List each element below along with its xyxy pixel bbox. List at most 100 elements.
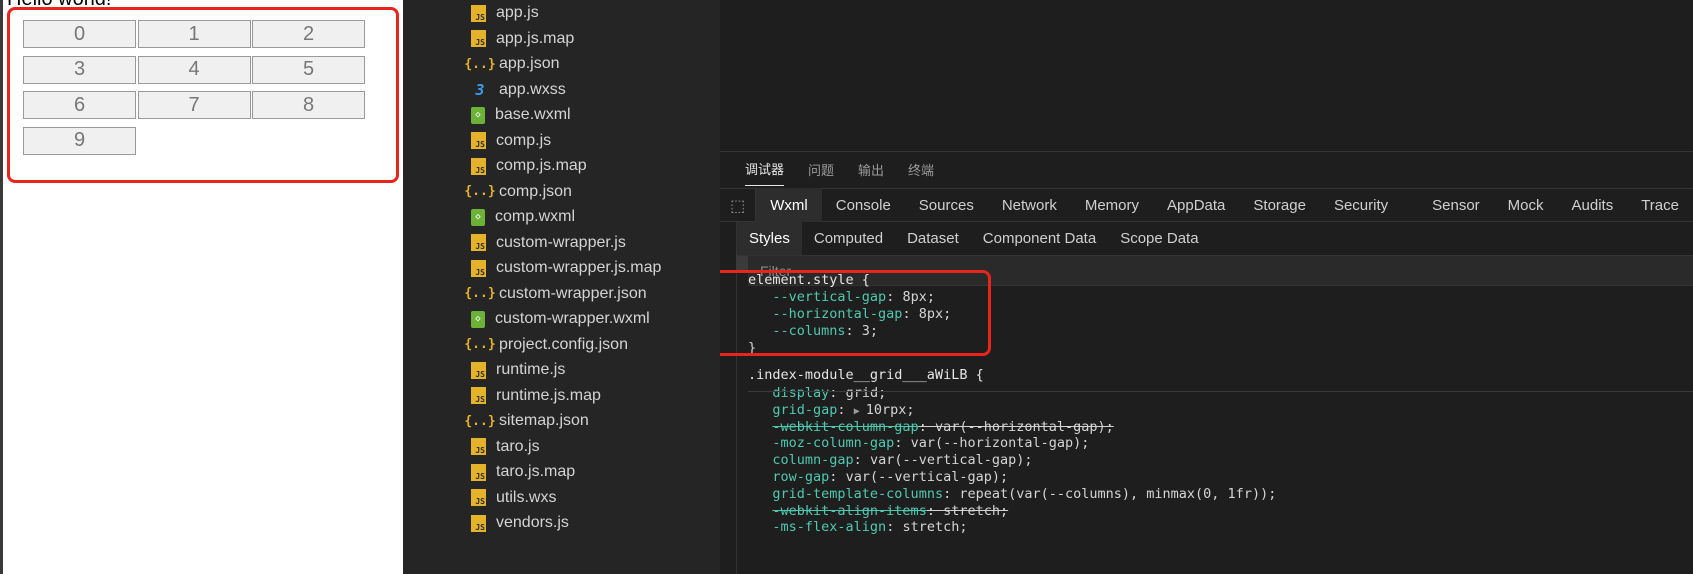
tool-tab-console[interactable]: Console (822, 188, 905, 222)
style-declaration: grid-template-columns: repeat(var(--colu… (772, 485, 1277, 502)
js-file-icon: JS (471, 514, 486, 532)
js-file-icon: JS (471, 234, 486, 251)
js-file-icon: JS (471, 489, 486, 506)
file-tree-item[interactable]: JS taro.js.map (471, 459, 575, 485)
sub-tab[interactable]: Computed (802, 222, 895, 255)
sub-tab[interactable]: Dataset (895, 222, 971, 255)
sub-tab[interactable]: Scope Data (1108, 222, 1210, 255)
highlight-box-element-style (720, 270, 991, 356)
file-name: custom-wrapper.js (496, 233, 626, 251)
js-file-icon: JS (471, 438, 486, 455)
panel-tab[interactable]: 调试器 (745, 152, 785, 186)
tool-tab-wxml[interactable]: Wxml (756, 188, 822, 222)
style-declaration: -ms-flex-align: stretch; (772, 519, 968, 536)
file-name: custom-wrapper.wxml (495, 310, 650, 327)
style-declaration: display: grid; (772, 385, 887, 401)
tool-tab-security[interactable]: Security (1320, 188, 1402, 222)
file-tree-item[interactable]: JS comp.js (471, 128, 551, 154)
file-tree-item[interactable]: JS utils.wxs (471, 485, 556, 511)
wxml-file-icon: ◇ (471, 208, 485, 226)
file-tree-item[interactable]: JS custom-wrapper.js (471, 230, 626, 256)
file-name: custom-wrapper.json (499, 284, 647, 302)
file-tree-item[interactable]: ◇ base.wxml (471, 102, 571, 128)
devtools-top-area (720, 0, 1693, 152)
highlight-box-grid (7, 7, 399, 183)
file-name: app.json (499, 55, 560, 72)
tool-tab-audits[interactable]: Audits (1558, 188, 1628, 222)
json-file-icon: {..} (464, 286, 496, 301)
tool-tab-mock[interactable]: Mock (1494, 188, 1558, 222)
tool-tab-trace[interactable]: Trace (1627, 188, 1693, 222)
js-file-icon: JS (471, 4, 486, 22)
js-map-file-icon: JS (471, 463, 486, 481)
panel-tab[interactable]: 问题 (808, 152, 834, 186)
file-tree-item[interactable]: ◇ custom-wrapper.wxml (471, 306, 650, 332)
devtools-panel: 调试器 问题 输出 终端 ⬚ Wxml Console Sources Network Mem… (720, 0, 1693, 574)
file-explorer: JS app.js JS app.js.map {..} app.json 3 app.wxs… (403, 0, 720, 574)
wxss-file-icon: 3 (475, 80, 485, 99)
file-name: comp.js (496, 131, 552, 149)
tool-tab-network[interactable]: Network (988, 188, 1071, 222)
file-tree-item[interactable]: {..} sitemap.json (464, 408, 589, 434)
file-name: taro.js.map (496, 463, 576, 480)
style-declaration: -webkit-column-gap: var(--horizontal-gap… (772, 418, 1114, 435)
js-file-icon: JS (471, 132, 486, 149)
file-name: comp.js.map (496, 157, 587, 174)
file-name: taro.js (496, 437, 540, 455)
file-name: utils.wxs (496, 488, 557, 506)
file-name: custom-wrapper.js.map (496, 259, 662, 276)
file-name: sitemap.json (499, 412, 589, 429)
tool-tab-sources[interactable]: Sources (905, 188, 988, 222)
file-tree-item[interactable]: JS app.js.map (471, 26, 574, 52)
file-name: base.wxml (495, 106, 571, 123)
panel-tab[interactable]: 输出 (858, 152, 884, 186)
file-tree-item[interactable]: JS runtime.js.map (471, 383, 601, 409)
js-map-file-icon: JS (471, 157, 486, 175)
file-tree-item[interactable]: JS vendors.js (471, 510, 569, 536)
style-declaration: column-gap: var(--vertical-gap); (772, 452, 1033, 469)
tool-tab-appdata[interactable]: AppData (1153, 188, 1239, 222)
devtools-tool-tabs: ⬚ Wxml Console Sources Network Memory AppData… (720, 188, 1693, 222)
style-declaration: row-gap: var(--vertical-gap); (772, 469, 1009, 485)
tool-tab-sensor[interactable]: Sensor (1418, 188, 1494, 222)
js-map-file-icon: JS (471, 387, 486, 404)
file-tree-item[interactable]: JS app.js (471, 0, 539, 26)
rule-divider (748, 391, 1693, 392)
file-name: app.js (496, 4, 539, 21)
file-tree-item[interactable]: {..} comp.json (464, 179, 572, 205)
file-tree-item[interactable]: JS taro.js (471, 434, 540, 460)
file-tree-item[interactable]: {..} app.json (464, 51, 560, 77)
file-name: app.js.map (496, 29, 575, 47)
js-map-file-icon: JS (471, 30, 486, 47)
file-name: runtime.js.map (496, 386, 601, 404)
js-file-icon: JS (471, 361, 486, 379)
file-name: project.config.json (499, 335, 628, 353)
inspect-element-icon[interactable]: ⬚ (720, 188, 757, 222)
file-tree-item[interactable]: JS comp.js.map (471, 153, 587, 179)
file-tree-item[interactable]: JS runtime.js (471, 357, 565, 383)
file-tree-item[interactable]: 3 app.wxss (471, 77, 566, 103)
file-tree-item[interactable]: JS custom-wrapper.js.map (471, 255, 661, 281)
json-file-icon: {..} (464, 413, 496, 429)
file-tree-item[interactable]: {..} project.config.json (464, 332, 628, 358)
file-name: comp.wxml (495, 208, 576, 225)
file-name: app.wxss (499, 80, 566, 98)
style-declaration: -moz-column-gap: var(--horizontal-gap); (772, 435, 1090, 452)
tool-tab-storage[interactable]: Storage (1239, 188, 1320, 222)
style-rule-selector: .index-module__grid___aWiLB { (748, 367, 984, 383)
styles-sub-tabs: Styles Computed Dataset Component Data Scope… (737, 222, 1693, 256)
json-file-icon: {..} (464, 184, 496, 199)
file-tree-item[interactable]: {..} custom-wrapper.json (464, 281, 647, 307)
panel-tab[interactable]: 终端 (908, 152, 934, 186)
simulator-preview: Hello world! 0123456789 (0, 0, 403, 574)
style-declaration: -webkit-align-items: stretch; (772, 502, 1009, 519)
js-map-file-icon: JS (471, 259, 486, 277)
json-file-icon: {..} (464, 56, 496, 72)
sub-tab[interactable]: Styles (737, 222, 802, 255)
file-tree-item[interactable]: ◇ comp.wxml (471, 204, 575, 230)
style-declaration: grid-gap: ▶ 10rpx; (772, 401, 915, 418)
tool-tab-memory[interactable]: Memory (1071, 188, 1153, 222)
file-name: vendors.js (496, 514, 569, 531)
sub-tab[interactable]: Component Data (971, 222, 1108, 255)
file-name: runtime.js (496, 361, 566, 378)
